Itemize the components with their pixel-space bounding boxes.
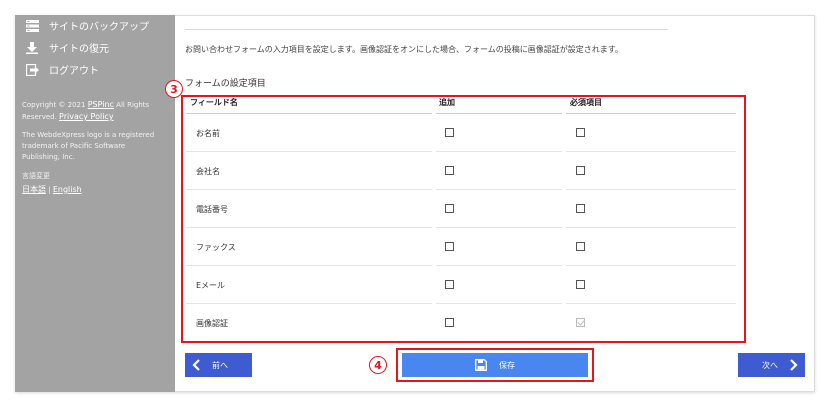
lang-ja-link[interactable]: 日本語 (22, 185, 46, 194)
next-button-label: 次へ (762, 360, 778, 370)
prev-button-label: 前へ (212, 360, 228, 370)
next-button[interactable]: 次へ (738, 353, 805, 377)
row-label-captcha: 画像認証 (196, 319, 228, 328)
row-label-name: お名前 (196, 129, 220, 138)
server-icon (25, 19, 39, 33)
sidebar-item-label: ログアウト (49, 66, 99, 77)
language-switch: 日本語 | English (22, 185, 82, 194)
sidebar-item-label: サイトの復元 (49, 44, 109, 55)
save-button-label: 保存 (499, 360, 515, 370)
row-label-phone: 電話番号 (196, 205, 228, 214)
row-divider (436, 303, 562, 304)
add-checkbox-email[interactable] (445, 280, 454, 289)
row-label-fax: ファックス (196, 243, 236, 252)
row-divider (436, 151, 562, 152)
add-checkbox-phone[interactable] (445, 204, 454, 213)
row-divider (566, 151, 736, 152)
column-header-field: フィールド名 (190, 98, 238, 107)
row-divider (186, 189, 432, 190)
column-header-required: 必須項目 (570, 98, 602, 107)
required-checkbox-phone[interactable] (576, 204, 585, 213)
floppy-disk-icon (475, 359, 487, 371)
row-divider (186, 151, 432, 152)
add-checkbox-name[interactable] (445, 128, 454, 137)
save-button[interactable]: 保存 (402, 353, 588, 377)
sidebar-item-backup[interactable]: サイトのバックアップ (25, 18, 149, 33)
logo-notice: The WebdeXpress logo is a registered tra… (22, 131, 155, 161)
page-description: お問い合わせフォームの入力項目を設定します。画像認証をオンにした場合、フォームの… (185, 45, 623, 54)
row-label-company: 会社名 (196, 167, 220, 176)
add-checkbox-captcha[interactable] (445, 318, 454, 327)
chevron-right-icon (790, 359, 798, 371)
step-badge-3: 3 (165, 80, 183, 98)
row-divider (436, 265, 562, 266)
top-divider (185, 29, 668, 30)
logout-icon (25, 63, 39, 77)
sidebar: サイトのバックアップ サイトの復元 ログアウト Copyright © 2021… (15, 15, 175, 392)
row-divider (566, 227, 736, 228)
lang-en-link[interactable]: English (53, 185, 82, 194)
row-divider (566, 265, 736, 266)
column-header-add: 追加 (439, 98, 455, 107)
header-divider (186, 113, 432, 114)
required-checkbox-email[interactable] (576, 280, 585, 289)
highlight-box-table (181, 95, 746, 343)
sidebar-item-restore[interactable]: サイトの復元 (25, 40, 109, 55)
row-divider (436, 227, 562, 228)
header-divider (566, 113, 736, 114)
privacy-policy-link[interactable]: Privacy Policy (59, 112, 114, 121)
required-checkbox-fax[interactable] (576, 242, 585, 251)
add-checkbox-fax[interactable] (445, 242, 454, 251)
section-title: フォームの設定項目 (185, 79, 266, 89)
download-icon (25, 41, 39, 55)
row-divider (186, 303, 432, 304)
row-divider (186, 227, 432, 228)
prev-button[interactable]: 前へ (185, 353, 252, 377)
pspinc-link[interactable]: PSPinc (88, 100, 114, 109)
row-divider (186, 265, 432, 266)
chevron-left-icon (192, 359, 200, 371)
required-checkbox-captcha (576, 318, 585, 327)
row-divider (436, 189, 562, 190)
required-checkbox-company[interactable] (576, 166, 585, 175)
sidebar-item-label: サイトのバックアップ (49, 22, 149, 33)
copyright-text: Copyright © 2021 PSPinc All Rights Reser… (22, 100, 150, 121)
language-label: 言語変更 (22, 172, 50, 180)
row-label-email: Eメール (196, 281, 226, 290)
sidebar-item-logout[interactable]: ログアウト (25, 62, 99, 77)
header-divider (436, 113, 562, 114)
add-checkbox-company[interactable] (445, 166, 454, 175)
step-badge-4: 4 (369, 356, 387, 374)
row-divider (566, 189, 736, 190)
row-divider (566, 303, 736, 304)
required-checkbox-name[interactable] (576, 128, 585, 137)
